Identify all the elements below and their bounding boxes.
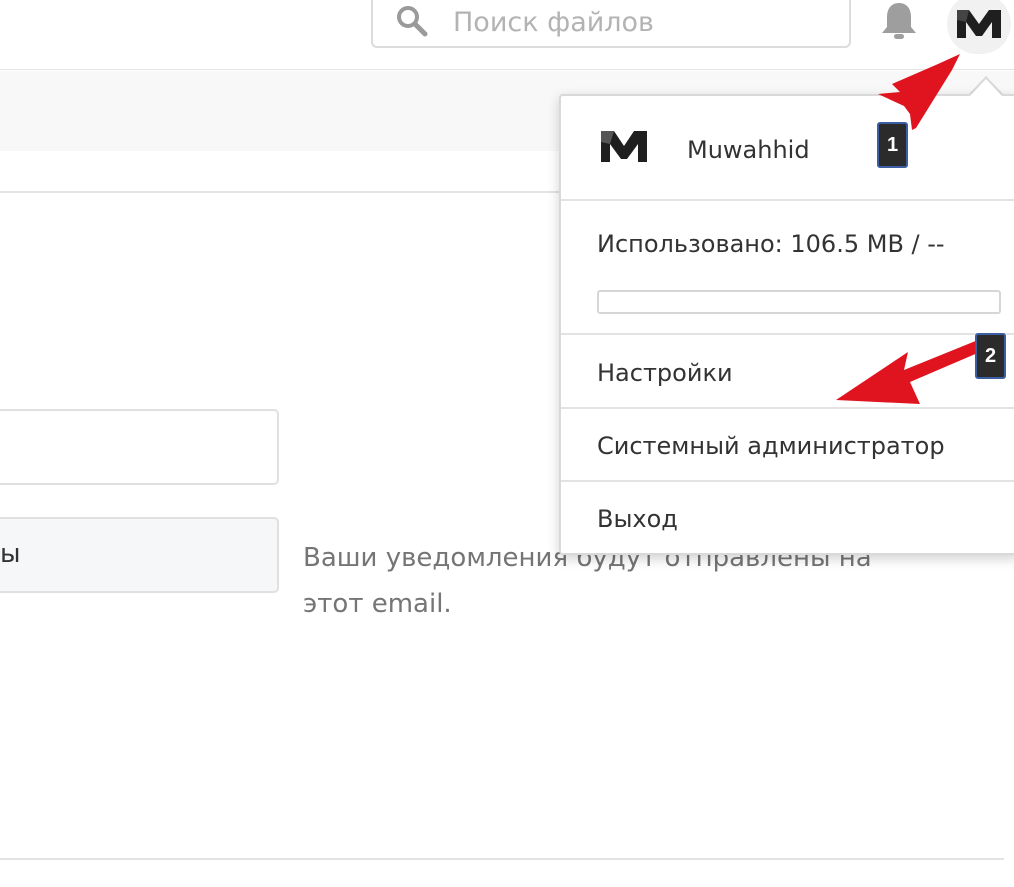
user-menu: Muwahhid Использовано: 106.5 MB / -- Нас… xyxy=(559,94,1014,555)
annotation-badge-2: 2 xyxy=(975,333,1006,379)
brand-logo-icon xyxy=(957,10,1001,38)
bottom-divider xyxy=(0,858,1004,860)
user-logo-icon xyxy=(601,131,647,162)
quota-progress-bar xyxy=(597,290,1001,314)
search-input[interactable] xyxy=(453,4,833,40)
avatar[interactable] xyxy=(947,0,1011,54)
menu-item-logout[interactable]: Выход xyxy=(561,483,1014,555)
email-field[interactable]: ы xyxy=(0,517,279,593)
text-field[interactable] xyxy=(0,409,279,485)
bell-icon[interactable] xyxy=(878,0,920,42)
menu-user-header[interactable]: Muwahhid xyxy=(561,96,1014,201)
search-icon xyxy=(397,6,428,37)
quota-label: Использовано: 106.5 MB / -- xyxy=(597,230,945,258)
menu-item-settings[interactable]: Настройки xyxy=(561,337,1014,409)
storage-quota: Использовано: 106.5 MB / -- xyxy=(561,201,1014,335)
user-name: Muwahhid xyxy=(687,136,810,164)
menu-item-system-admin[interactable]: Системный администратор xyxy=(561,410,1014,482)
menu-caret-inner xyxy=(970,79,1002,96)
top-header xyxy=(0,0,1014,70)
search-box[interactable] xyxy=(371,0,851,48)
field-value-fragment: ы xyxy=(0,539,21,569)
annotation-badge-1: 1 xyxy=(877,122,908,168)
